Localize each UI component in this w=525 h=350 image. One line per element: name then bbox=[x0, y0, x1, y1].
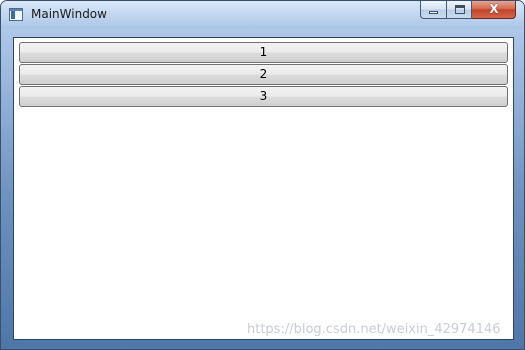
main-window: MainWindow X 1 2 3 https://blog.csdn.net… bbox=[0, 0, 525, 350]
maximize-icon bbox=[455, 5, 465, 14]
button-3[interactable]: 3 bbox=[19, 86, 508, 107]
button-1[interactable]: 1 bbox=[19, 42, 508, 63]
window-title: MainWindow bbox=[31, 7, 107, 21]
button-2[interactable]: 2 bbox=[19, 64, 508, 85]
maximize-button[interactable] bbox=[446, 1, 472, 19]
minimize-icon bbox=[429, 11, 438, 14]
stack-panel: 1 2 3 bbox=[19, 42, 508, 108]
minimize-button[interactable] bbox=[420, 1, 446, 19]
client-area: 1 2 3 bbox=[13, 37, 514, 340]
caption-buttons: X bbox=[420, 1, 516, 21]
app-icon bbox=[9, 8, 23, 21]
close-button[interactable]: X bbox=[472, 1, 516, 19]
title-bar[interactable]: MainWindow X bbox=[1, 1, 524, 29]
watermark: https://blog.csdn.net/weixin_42974146 bbox=[247, 322, 501, 337]
close-icon: X bbox=[489, 2, 499, 16]
